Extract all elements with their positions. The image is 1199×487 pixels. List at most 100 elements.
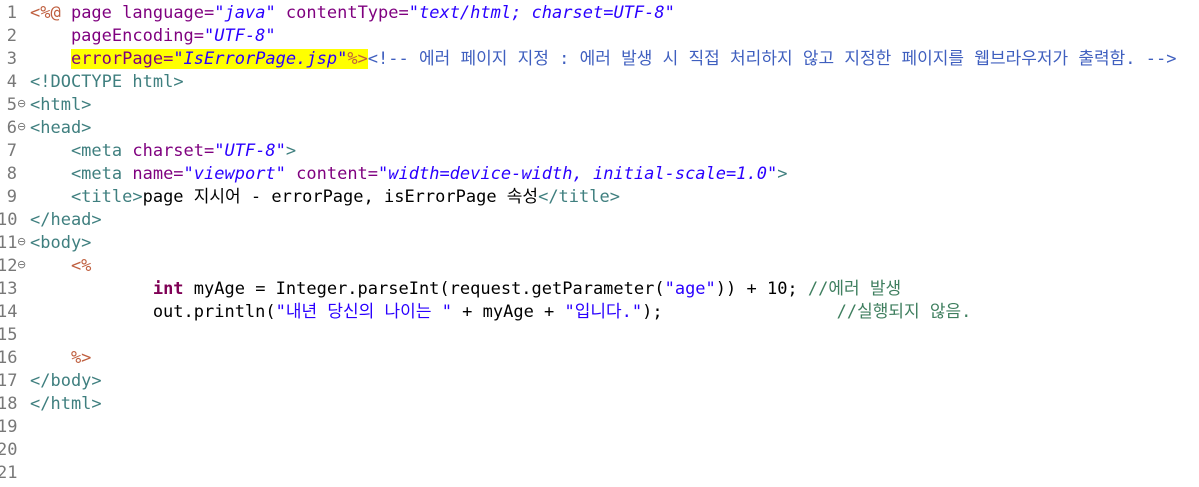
code-token: %> [30,348,92,368]
code-token: <% [30,256,92,276]
code-token: page 지시어 - errorPage, isErrorPage 속성 [142,187,539,207]
code-line[interactable]: 8 <meta name="viewport" content="width=d… [0,163,1199,186]
code-line[interactable]: 15 [0,324,1199,347]
code-line[interactable]: 9 <title>page 지시어 - errorPage, isErrorPa… [0,186,1199,209]
code-token: <meta [30,141,133,161]
code-line[interactable]: 4 <!DOCTYPE html> [0,71,1199,94]
code-line[interactable]: 11 ⊖ <body> [0,232,1199,255]
line-number: 1 [6,3,17,23]
code-text: errorPage="IsErrorPage.jsp"%><!-- 에러 페이지… [30,48,1176,71]
code-token: <title> [30,187,143,207]
code-token: > [173,72,184,92]
code-token: "UTF-8" [214,141,286,161]
line-number: 3 [6,49,17,69]
line-number: 18 [0,394,18,414]
line-number: 9 [6,187,17,207]
code-token: </head> [30,210,102,230]
code-token: "width=device-width, initial-scale=1.0" [378,164,778,184]
code-token: <%@ [30,3,71,23]
code-token: name= [132,164,184,184]
fold-toggle-icon[interactable]: ⊖ [17,117,26,137]
line-number: 15 [0,325,18,345]
code-token: <html> [30,95,92,115]
highlighted-token: %> [347,49,368,69]
code-text: %> [30,347,91,370]
code-token: ); [642,302,837,322]
code-token: <head> [30,118,92,138]
line-number: 7 [6,141,17,161]
code-token: <body> [30,233,92,253]
code-token: </body> [30,371,102,391]
fold-toggle-icon[interactable]: ⊖ [17,232,26,252]
code-line[interactable]: 2 pageEncoding="UTF-8" [0,25,1199,48]
code-line[interactable]: 19 [0,416,1199,439]
code-token: > [777,164,788,184]
code-token: + myAge + [451,302,565,322]
line-number: 19 [0,417,18,437]
code-token: html [132,72,174,92]
code-token: out.println( [30,302,276,322]
code-line[interactable]: 12 ⊖ <% [0,255,1199,278]
code-line[interactable]: 18 </html> [0,393,1199,416]
code-token: "age" [664,279,716,299]
line-number: 21 [0,463,18,483]
code-text: </head> [30,209,102,232]
line-number: 5 [6,95,17,115]
line-number: 20 [0,440,18,460]
code-text: </html> [30,393,102,416]
code-token: content= [285,164,379,184]
line-number: 13 [0,279,18,299]
code-token: charset= [132,141,215,161]
fold-toggle-icon[interactable]: ⊖ [17,255,26,275]
code-token: myAge = Integer.parseInt(request.getPara… [183,279,665,299]
code-text: <body> [30,232,91,255]
code-text: <title>page 지시어 - errorPage, isErrorPage… [30,186,620,209]
code-token: <!-- 에러 페이지 지정 : 에러 발생 시 직접 처리하지 않고 지정한 … [367,49,1177,69]
code-line[interactable]: 10 </head> [0,209,1199,232]
code-token: //실행되지 않음. [836,302,972,322]
line-number: 11 [0,233,18,253]
code-token: "UTF-8" [204,26,276,46]
line-number: 4 [6,72,17,92]
code-line[interactable]: 16 %> [0,347,1199,370]
code-editor[interactable]: 1 <%@ page language="java" contentType="t… [0,0,1199,487]
code-token: language= [122,3,215,23]
code-token: int [152,279,184,299]
code-token: pageEncoding= [30,26,204,46]
code-token: > [285,141,297,161]
code-token: //에러 발생 [807,279,902,299]
fold-toggle-icon[interactable]: ⊖ [17,94,26,114]
code-line[interactable]: 17 </body> [0,370,1199,393]
highlighted-token: "IsErrorPage.jsp" [173,49,348,69]
code-token: </html> [30,394,102,414]
code-text: out.println("내년 당신의 나이는 " + myAge + "입니다… [30,301,972,324]
line-number: 10 [0,210,18,230]
code-line[interactable]: 14 out.println("내년 당신의 나이는 " + myAge + "… [0,301,1199,324]
code-token: "내년 당신의 나이는 " [275,302,452,322]
code-text: <html> [30,94,91,117]
code-line[interactable]: 6 ⊖ <head> [0,117,1199,140]
line-number: 16 [0,348,18,368]
code-text: <%@ page language="java" contentType="te… [30,2,675,25]
code-text: int myAge = Integer.parseInt(request.get… [30,278,901,301]
highlighted-token: errorPage= [70,49,174,69]
code-line[interactable]: 21 [0,462,1199,485]
code-text: <meta name="viewport" content="width=dev… [30,163,788,186]
code-line[interactable]: 13 int myAge = Integer.parseInt(request.… [0,278,1199,301]
code-line[interactable]: 5 ⊖ <html> [0,94,1199,117]
line-number: 12 [0,256,18,276]
code-token: page [70,3,123,23]
code-line[interactable]: 20 [0,439,1199,462]
code-text: pageEncoding="UTF-8" [30,25,276,48]
code-text: <!DOCTYPE html> [30,71,184,94]
code-line[interactable]: 7 <meta charset="UTF-8"> [0,140,1199,163]
code-text: <% [30,255,91,278]
code-token: </title> [538,187,620,207]
code-text: </body> [30,370,102,393]
code-line[interactable]: 3 errorPage="IsErrorPage.jsp"%><!-- 에러 페… [0,48,1199,71]
line-number: 14 [0,302,18,322]
code-token: "입니다." [564,302,643,322]
code-text: <head> [30,117,91,140]
code-line[interactable]: 1 <%@ page language="java" contentType="t… [0,2,1199,25]
